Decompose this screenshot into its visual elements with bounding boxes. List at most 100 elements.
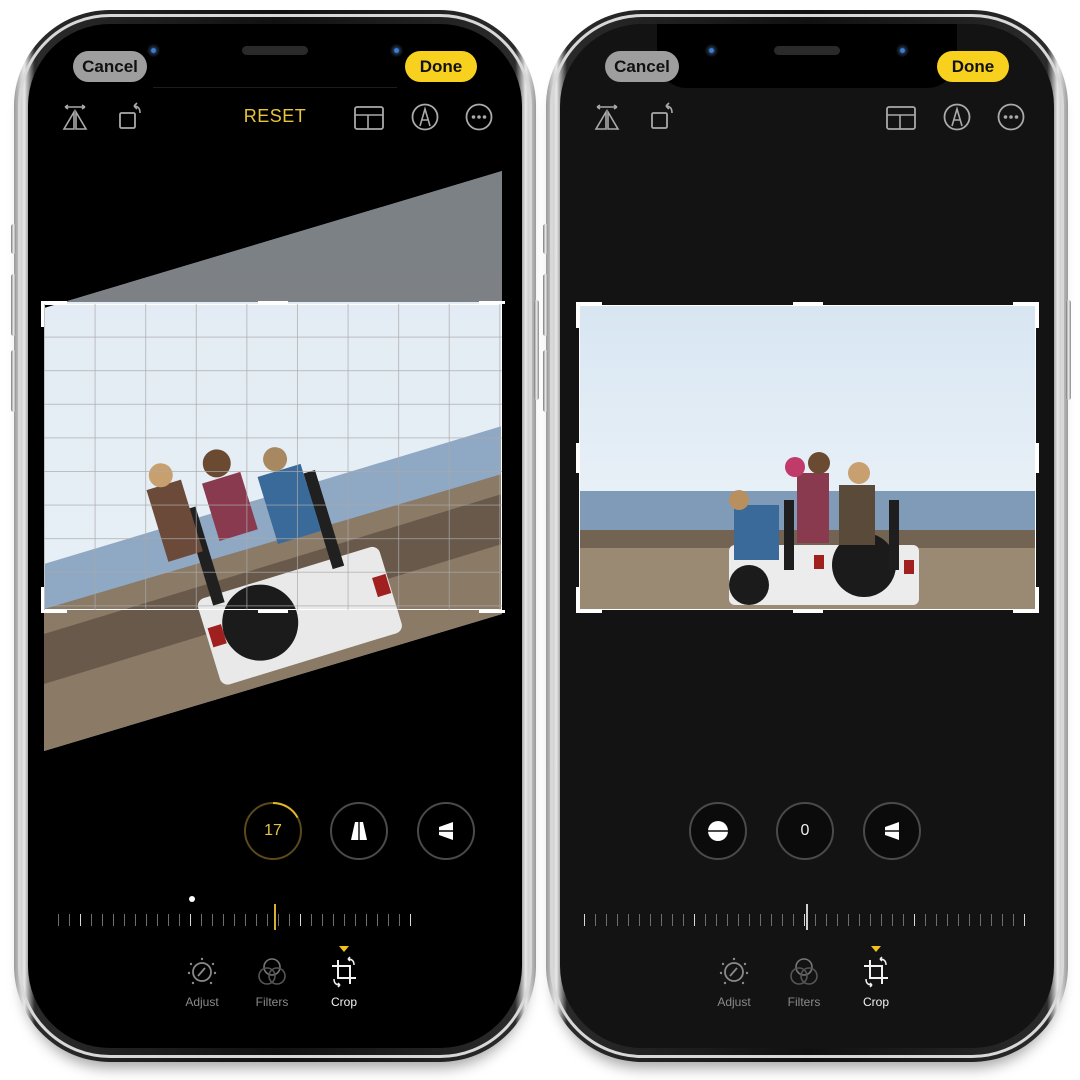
editor-tab-bar: Adjust Filters Crop bbox=[560, 946, 1054, 1016]
ruler-tick bbox=[694, 914, 695, 926]
volume-up-button bbox=[11, 274, 16, 336]
crop-corner-handle[interactable] bbox=[41, 301, 67, 304]
tab-filters[interactable]: Filters bbox=[774, 956, 834, 1009]
crop-edge-handle[interactable] bbox=[792, 302, 823, 305]
ruler-tick bbox=[705, 914, 706, 926]
ruler-tick bbox=[804, 914, 805, 926]
ruler-tick bbox=[146, 914, 147, 926]
ruler-tick bbox=[168, 914, 169, 926]
ruler-tick bbox=[410, 914, 411, 926]
crop-corner-handle[interactable] bbox=[41, 587, 44, 613]
flip-horizontal-icon[interactable] bbox=[592, 102, 622, 132]
ruler-tick bbox=[333, 914, 334, 926]
horizontal-perspective-icon bbox=[879, 822, 905, 840]
markup-icon[interactable] bbox=[942, 102, 972, 132]
ruler-tick bbox=[256, 914, 257, 926]
vertical-perspective-value: 0 bbox=[800, 822, 810, 839]
ruler-tick bbox=[223, 914, 224, 926]
crop-edge-handle[interactable] bbox=[1036, 442, 1039, 473]
adjust-dial-icon bbox=[719, 957, 749, 985]
ruler-tick bbox=[760, 914, 761, 926]
ruler-tick bbox=[1013, 914, 1014, 926]
ruler-tick bbox=[289, 914, 290, 926]
volume-down-button bbox=[11, 350, 16, 412]
tab-filters[interactable]: Filters bbox=[242, 956, 302, 1009]
rotate-icon[interactable] bbox=[648, 102, 678, 132]
crop-grid bbox=[44, 304, 502, 610]
straighten-ruler[interactable] bbox=[58, 896, 418, 930]
ruler-tick bbox=[1002, 914, 1003, 926]
filters-icon bbox=[258, 958, 286, 985]
tab-adjust[interactable]: Adjust bbox=[172, 956, 232, 1009]
straighten-dial[interactable]: 17 bbox=[244, 802, 302, 860]
vertical-perspective-icon bbox=[351, 818, 367, 844]
ruler-tick bbox=[782, 914, 783, 926]
ruler-tick bbox=[388, 914, 389, 926]
tab-filters-label: Filters bbox=[255, 995, 289, 1009]
ruler-tick bbox=[311, 914, 312, 926]
filters-icon bbox=[790, 958, 818, 985]
ruler-tick bbox=[793, 914, 794, 926]
camera-icon bbox=[705, 44, 718, 57]
tab-adjust-label: Adjust bbox=[185, 995, 219, 1009]
crop-edge-handle[interactable] bbox=[258, 610, 288, 613]
ruler-tick bbox=[958, 914, 959, 926]
ruler-tick bbox=[69, 914, 70, 926]
crop-corner-handle[interactable] bbox=[479, 610, 505, 613]
tab-adjust[interactable]: Adjust bbox=[704, 956, 764, 1009]
aspect-ratio-icon[interactable] bbox=[886, 102, 916, 132]
mute-switch bbox=[11, 224, 16, 254]
ruler-tick bbox=[672, 914, 673, 926]
cancel-button[interactable]: Cancel bbox=[605, 51, 679, 82]
tab-crop[interactable]: Crop bbox=[846, 956, 906, 1009]
horizontal-perspective-icon bbox=[433, 822, 459, 840]
tab-crop-label: Crop bbox=[330, 995, 357, 1009]
crop-corner-handle[interactable] bbox=[41, 301, 44, 327]
ruler-tick bbox=[124, 914, 125, 926]
crop-edge-handle[interactable] bbox=[792, 610, 823, 613]
done-button[interactable]: Done bbox=[937, 51, 1009, 82]
more-icon[interactable] bbox=[996, 102, 1026, 132]
crop-corner-handle[interactable] bbox=[1036, 302, 1039, 328]
crop-corner-handle[interactable] bbox=[479, 301, 505, 304]
crop-corner-handle[interactable] bbox=[576, 610, 602, 613]
perspective-ruler[interactable] bbox=[584, 896, 1030, 930]
ruler-tick bbox=[595, 914, 596, 926]
crop-edge-handle[interactable] bbox=[258, 301, 288, 304]
vertical-perspective-dial[interactable]: 0 bbox=[776, 802, 834, 860]
crop-frame[interactable] bbox=[41, 301, 505, 613]
ruler-tick bbox=[606, 914, 607, 926]
crop-corner-handle[interactable] bbox=[576, 302, 602, 305]
ruler-tick bbox=[212, 914, 213, 926]
crop-frame[interactable] bbox=[576, 302, 1039, 613]
straighten-progress-ring bbox=[244, 802, 302, 860]
sensor-icon bbox=[896, 44, 909, 57]
ruler-tick bbox=[377, 914, 378, 926]
crop-edge-handle[interactable] bbox=[576, 442, 579, 473]
straighten-dial[interactable] bbox=[689, 802, 747, 860]
vertical-perspective-dial[interactable] bbox=[330, 802, 388, 860]
crop-corner-handle[interactable] bbox=[41, 610, 67, 613]
ruler-tick bbox=[300, 914, 301, 926]
ruler-tick bbox=[344, 914, 345, 926]
ruler-tick bbox=[903, 914, 904, 926]
crop-corner-handle[interactable] bbox=[576, 587, 579, 613]
active-tab-indicator bbox=[339, 946, 349, 952]
ruler-tick bbox=[837, 914, 838, 926]
phone-left: Cancel Done RESET 17 Adjust Filters Crop bbox=[11, 10, 539, 1062]
crop-corner-handle[interactable] bbox=[576, 302, 579, 328]
horizontal-perspective-dial[interactable] bbox=[863, 802, 921, 860]
crop-corner-handle[interactable] bbox=[1036, 587, 1039, 613]
tab-crop[interactable]: Crop bbox=[314, 956, 374, 1009]
ruler-tick bbox=[113, 914, 114, 926]
ruler-tick bbox=[716, 914, 717, 926]
ruler-tick bbox=[848, 914, 849, 926]
ruler-tick bbox=[914, 914, 915, 926]
ruler-tick bbox=[892, 914, 893, 926]
ruler-tick bbox=[355, 914, 356, 926]
active-tab-indicator bbox=[871, 946, 881, 952]
screen: Cancel Done 0 Adjust Filters Crop bbox=[560, 24, 1054, 1048]
ruler-tick bbox=[278, 914, 279, 926]
ruler-tick bbox=[771, 914, 772, 926]
horizontal-perspective-dial[interactable] bbox=[417, 802, 475, 860]
